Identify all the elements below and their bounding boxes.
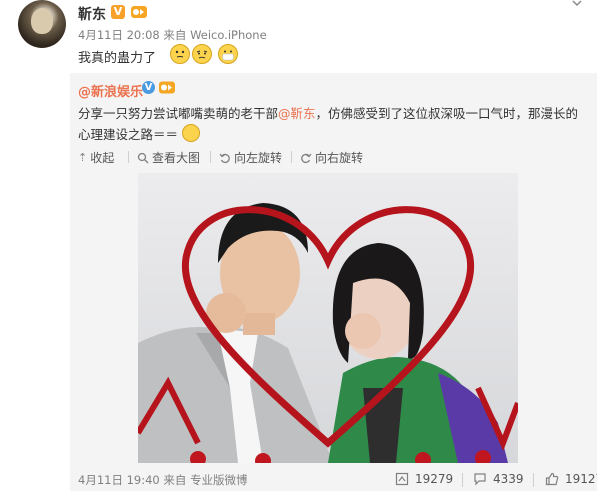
repost-count: 19279 [415,472,454,486]
repost-icon [395,472,409,486]
emoji-grin-icon [192,44,212,64]
comment-count-button[interactable]: 4339 [473,472,524,486]
verified-badge[interactable]: V [142,81,155,94]
rotate-right-button[interactable]: 向右旋转 [300,149,363,166]
emoji-sweat-icon [182,124,200,142]
tool-divider [210,151,211,163]
repost-from-label: 来自 [163,473,187,487]
like-count-button[interactable]: 19127 [545,472,597,486]
repost-text: 分享一只努力尝试嘟嘴卖萌的老干部@靳东，仿佛感受到了这位叔深吸一口气时，那漫长的… [78,103,588,145]
rotate-right-icon [301,153,312,163]
emoji-sweat-icon [170,44,190,64]
dropdown-arrow-icon[interactable] [571,0,583,9]
like-count: 19127 [565,472,597,486]
comment-count: 4339 [493,472,524,486]
author-name[interactable]: 靳东 [78,4,106,24]
author-avatar[interactable] [18,0,66,48]
view-large-label: 查看大图 [152,151,201,165]
rotate-left-label: 向左旋转 [234,151,283,165]
avatar-face [31,8,53,34]
repost-mention[interactable]: @靳东 [278,106,316,121]
comment-icon [474,473,486,486]
post-source[interactable]: Weico.iPhone [190,28,267,42]
post-time[interactable]: 4月11日 20:08 [78,28,160,42]
post-from-label: 来自 [163,28,187,42]
vip-badge[interactable]: V [111,5,125,19]
photo-illustration [138,173,518,463]
repost-count-button[interactable]: 19279 [395,472,453,486]
stat-divider [533,473,534,487]
rotate-left-icon [219,153,230,163]
rotate-right-label: 向右旋转 [315,151,364,165]
repost-meta: 4月11日 19:40 来自 专业版微博 [78,472,248,488]
post-text: 我真的蛊力了 [78,51,157,66]
tool-divider [291,151,292,163]
rotate-left-button[interactable]: 向左旋转 [219,149,282,166]
view-large-button[interactable]: 查看大图 [137,149,200,166]
emoji-mask-icon [218,44,238,64]
collapse-button[interactable]: ⇡ 收起 [78,149,114,166]
collapse-icon: ⇡ [78,151,88,164]
repost-text-before: 分享一只努力尝试嘟嘴卖萌的老干部 [78,106,279,121]
post-photo[interactable] [138,173,518,463]
magnifier-icon [137,152,149,163]
collapse-label: 收起 [90,151,115,165]
level-badge-icon[interactable] [130,4,148,20]
stat-divider [462,473,463,487]
repost-source[interactable]: 专业版微博 [190,473,248,487]
post-meta: 4月11日 20:08 来自 Weico.iPhone [78,27,267,43]
like-icon [545,472,559,486]
tool-divider [128,151,129,163]
repost-author[interactable]: @新浪娱乐 [78,81,143,100]
repost-card: @新浪娱乐 V 分享一只努力尝试嘟嘴卖萌的老干部@靳东，仿佛感受到了这位叔深吸一… [70,73,597,491]
repost-time[interactable]: 4月11日 19:40 [78,473,160,487]
level-badge-icon[interactable] [158,80,176,95]
